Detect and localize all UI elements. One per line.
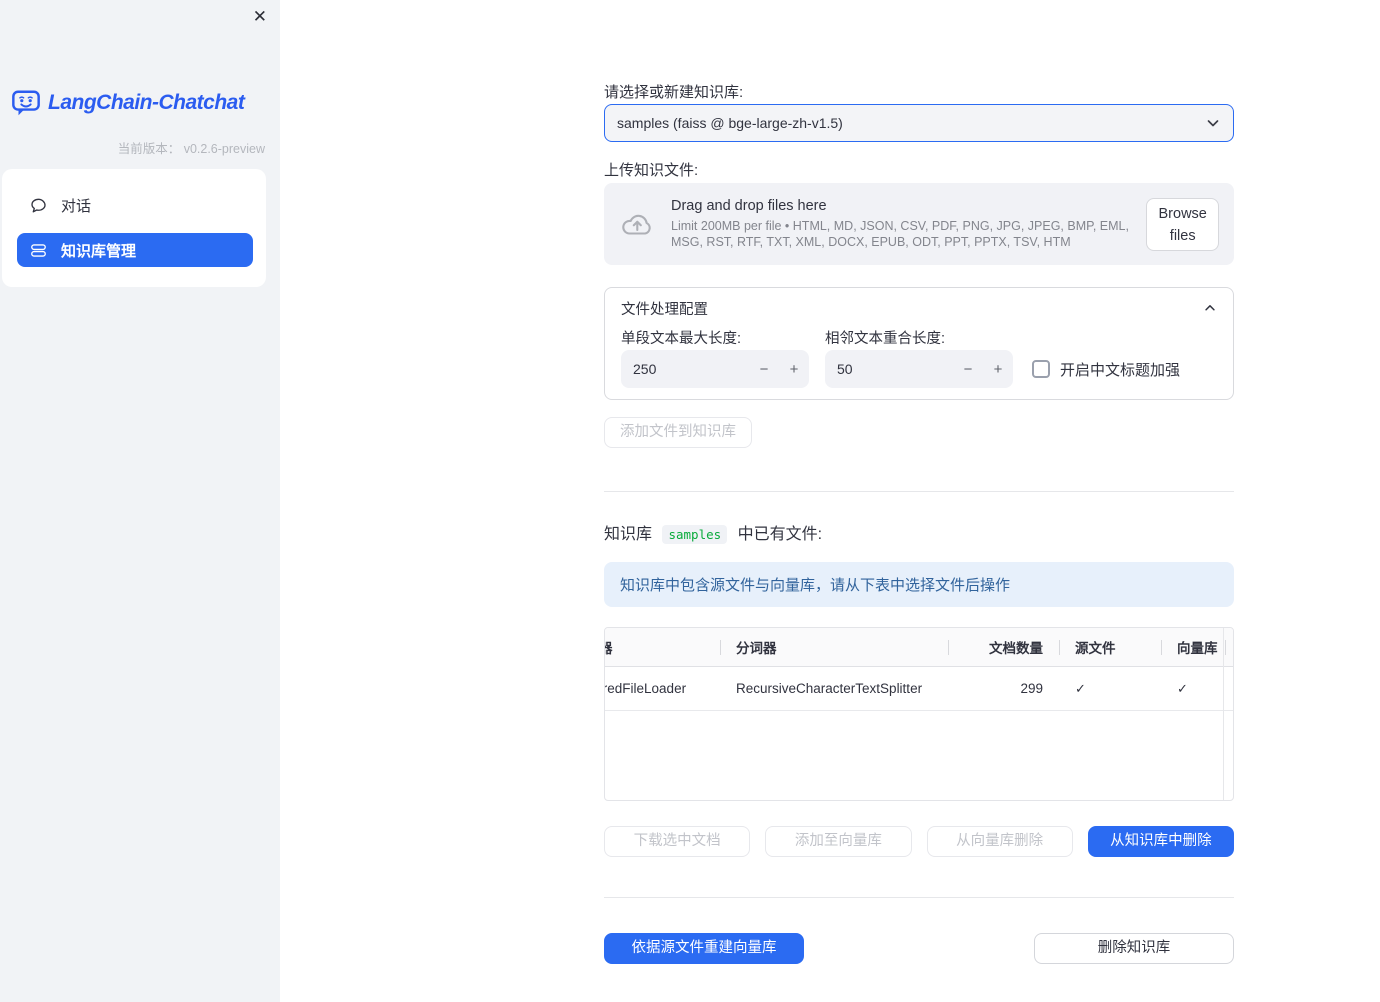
sidebar-item-label: 知识库管理 (61, 242, 137, 260)
cell-vector-store-check[interactable]: ✓ (1161, 667, 1225, 710)
overlap-size-label: 相邻文本重合长度: (825, 331, 946, 347)
main-content: 请选择或新建知识库: samples (faiss @ bge-large-zh… (604, 0, 1234, 964)
stacked-list-icon (29, 241, 48, 260)
sidebar-item-dialogue[interactable]: 对话 (17, 188, 253, 222)
sidebar-item-knowledge-base[interactable]: 知识库管理 (17, 233, 253, 267)
browse-files-button[interactable]: Browse files (1146, 197, 1219, 251)
uploader-limit-text: Limit 200MB per file • HTML, MD, JSON, C… (671, 219, 1129, 249)
overlap-size-input[interactable]: 50 − + (825, 350, 1013, 388)
table-inner: 文档加载器 分词器 文档数量 源文件 向量库 UnstructuredFileL… (605, 628, 1233, 711)
increment-button[interactable]: + (983, 361, 1013, 378)
sidebar: ✕ LangChain-Chatchat 当前版本： v0.2.6-previe… (0, 0, 280, 1002)
kb-files-heading: 知识库 samples 中已有文件: (604, 524, 1234, 546)
chat-bubble-icon (29, 196, 48, 215)
rebuild-vector-store-button[interactable]: 依据源文件重建向量库 (604, 933, 804, 964)
chunk-size-input[interactable]: 250 − + (621, 350, 809, 388)
file-uploader-dropzone[interactable]: Drag and drop files here Limit 200MB per… (604, 183, 1234, 265)
overlap-size-value[interactable]: 50 (825, 361, 953, 377)
column-header-source-file[interactable]: 源文件 (1059, 628, 1161, 666)
add-files-to-kb-button[interactable]: 添加文件到知识库 (604, 417, 752, 448)
chevron-up-icon (1203, 301, 1217, 315)
divider (604, 491, 1234, 492)
kb-files-prefix: 知识库 (604, 526, 653, 543)
expander-header[interactable]: 文件处理配置 (605, 288, 1233, 328)
add-to-vector-store-button[interactable]: 添加至向量库 (765, 826, 912, 857)
zh-title-enhance-checkbox[interactable] (1032, 360, 1050, 378)
delete-from-kb-button[interactable]: 从知识库中删除 (1087, 826, 1234, 857)
close-icon[interactable]: ✕ (253, 8, 267, 25)
decrement-button[interactable]: − (749, 361, 779, 378)
logo-text: LangChain-Chatchat (48, 91, 245, 114)
logo-chat-bubble-icon (11, 88, 41, 118)
cloud-upload-icon (619, 210, 655, 239)
increment-button[interactable]: + (779, 361, 809, 378)
expander-title: 文件处理配置 (621, 301, 708, 318)
version-info: 当前版本： v0.2.6-preview (118, 138, 265, 157)
file-config-expander: 文件处理配置 单段文本最大长度: 250 − + 相邻文本重合长度: 50 − … (604, 287, 1234, 400)
delete-from-vector-store-button[interactable]: 从向量库删除 (926, 826, 1073, 857)
cell-doc-count[interactable]: 299 (948, 667, 1059, 710)
upload-label: 上传知识文件: (604, 162, 699, 179)
kb-select[interactable]: samples (faiss @ bge-large-zh-v1.5) (604, 104, 1234, 142)
chevron-down-icon (1205, 115, 1221, 131)
info-text: 知识库中包含源文件与向量库，请从下表中选择文件后操作 (620, 577, 1011, 594)
kb-files-table[interactable]: 文档加载器 分词器 文档数量 源文件 向量库 UnstructuredFileL… (604, 627, 1234, 801)
cell-source-file-check[interactable]: ✓ (1059, 667, 1161, 710)
expander-body: 单段文本最大长度: 250 − + 相邻文本重合长度: 50 − + 开启中文标… (605, 328, 1233, 388)
decrement-button[interactable]: − (953, 361, 983, 378)
chunk-size-label: 单段文本最大长度: (621, 331, 742, 347)
chunk-size-value[interactable]: 250 (621, 361, 749, 377)
sidebar-menu: 对话 知识库管理 (2, 169, 266, 287)
table-header-row: 文档加载器 分词器 文档数量 源文件 向量库 (605, 628, 1233, 667)
zh-title-enhance-label: 开启中文标题加强 (1060, 361, 1181, 379)
kb-select-value: samples (faiss @ bge-large-zh-v1.5) (617, 115, 843, 131)
download-selected-button[interactable]: 下载选中文档 (604, 826, 751, 857)
kb-files-suffix: 中已有文件: (737, 526, 823, 543)
kb-name-code: samples (662, 525, 728, 544)
column-header-loader[interactable]: 文档加载器 (605, 628, 720, 666)
cell-loader[interactable]: UnstructuredFileLoader (605, 667, 720, 710)
app-logo: LangChain-Chatchat (11, 88, 245, 118)
file-action-buttons: 下载选中文档 添加至向量库 从向量库删除 从知识库中删除 (604, 826, 1234, 857)
cell-filler (1225, 667, 1233, 710)
table-scroll-gutter (1223, 628, 1224, 800)
sidebar-item-label: 对话 (61, 197, 92, 215)
divider (604, 897, 1234, 898)
info-banner: 知识库中包含源文件与向量库，请从下表中选择文件后操作 (604, 562, 1234, 607)
cell-splitter[interactable]: RecursiveCharacterTextSplitter (720, 667, 948, 710)
table-row[interactable]: UnstructuredFileLoader RecursiveCharacte… (605, 667, 1233, 711)
column-header-doc-count[interactable]: 文档数量 (948, 628, 1059, 666)
uploader-title: Drag and drop files here (671, 198, 827, 214)
version-label: 当前版本： (117, 142, 181, 156)
version-value: v0.2.6-preview (183, 142, 265, 156)
column-header-filler (1225, 628, 1233, 666)
kb-select-label: 请选择或新建知识库: (604, 84, 744, 101)
delete-kb-button[interactable]: 删除知识库 (1034, 933, 1234, 964)
uploader-texts: Drag and drop files here Limit 200MB per… (671, 198, 1146, 250)
kb-action-buttons: 依据源文件重建向量库 删除知识库 (604, 933, 1234, 964)
column-header-splitter[interactable]: 分词器 (720, 628, 948, 666)
column-header-vector-store[interactable]: 向量库 (1161, 628, 1225, 666)
zh-title-enhance-option: 开启中文标题加强 (1032, 350, 1180, 388)
